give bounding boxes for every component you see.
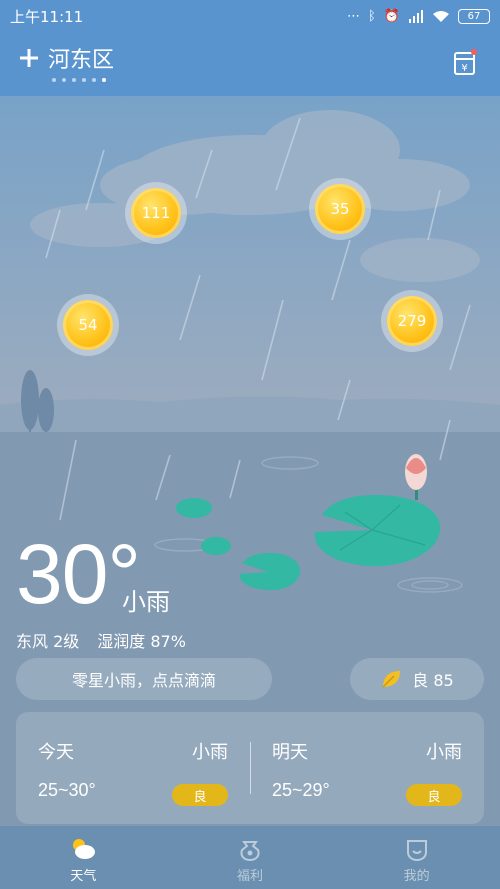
tab-label: 天气 <box>70 869 97 884</box>
weather-details: 东风 2级 湿润度 87% <box>16 628 186 652</box>
air-quality-badge: 良 <box>172 784 228 806</box>
coin-bubble[interactable]: 54 <box>57 294 119 356</box>
page-dot <box>82 78 86 82</box>
coin-bubble[interactable]: 35 <box>309 178 371 240</box>
coin-value: 279 <box>387 296 437 346</box>
more-dots-icon: ⋯ <box>347 8 360 24</box>
forecast-day: 明天 <box>272 742 308 763</box>
forecast-tomorrow[interactable]: 明天 小雨 25~29° 良 <box>250 712 484 824</box>
air-quality-badge: 良 <box>406 784 462 806</box>
status-icons: ⋯ ᛒ ⏰ 67 <box>347 8 490 24</box>
forecast-condition: 小雨 <box>426 742 462 763</box>
forecast-condition: 小雨 <box>192 742 228 763</box>
page-dot <box>92 78 96 82</box>
tab-welfare[interactable]: 福利 <box>167 826 334 889</box>
wifi-icon <box>433 10 449 22</box>
coin-bubble[interactable]: 111 <box>125 182 187 244</box>
signal-icon <box>409 9 423 23</box>
weather-icon <box>73 839 96 859</box>
coin-value: 35 <box>315 184 365 234</box>
gift-bag-icon <box>240 841 260 862</box>
weather-description: 零星小雨，点点滴滴 <box>71 671 216 690</box>
leaf-icon <box>382 671 401 688</box>
forecast-card: 今天 小雨 25~30° 良 明天 小雨 25~29° 良 <box>16 712 484 824</box>
status-bar: 上午11:11 ⋯ ᛒ ⏰ 67 <box>0 0 500 32</box>
weather-description-pill[interactable]: 零星小雨，点点滴滴 <box>16 658 272 700</box>
bluetooth-icon: ᛒ <box>368 8 376 24</box>
red-packet-icon[interactable]: ¥ <box>452 48 478 76</box>
air-quality-pill[interactable]: 良 85 <box>350 658 484 700</box>
svg-text:¥: ¥ <box>461 63 467 74</box>
coin-bubble[interactable]: 279 <box>381 290 443 352</box>
tab-profile[interactable]: 我的 <box>333 826 500 889</box>
current-condition: 小雨 <box>122 588 170 616</box>
forecast-today[interactable]: 今天 小雨 25~30° 良 <box>16 712 250 824</box>
humidity-info: 湿润度 87% <box>97 632 186 651</box>
battery-indicator: 67 <box>458 8 490 24</box>
add-city-button[interactable] <box>16 44 44 72</box>
page-dot <box>62 78 66 82</box>
page-dot-active <box>102 78 106 82</box>
page-indicator <box>52 78 106 82</box>
wind-info: 东风 2级 <box>16 632 80 651</box>
air-quality-value: 良 85 <box>412 671 454 690</box>
coin-value: 111 <box>131 188 181 238</box>
alarm-icon: ⏰ <box>383 8 400 24</box>
forecast-day: 今天 <box>38 742 74 763</box>
page-dot <box>72 78 76 82</box>
tab-label: 我的 <box>403 869 430 884</box>
profile-icon <box>406 840 427 862</box>
app-header: 河东区 ¥ <box>0 36 500 86</box>
forecast-temp-range: 25~30° <box>38 780 96 800</box>
tab-weather[interactable]: 天气 <box>0 826 167 889</box>
status-time: 上午11:11 <box>10 7 84 26</box>
location-name[interactable]: 河东区 <box>48 42 114 74</box>
tab-label: 福利 <box>237 869 264 884</box>
page-dot <box>52 78 56 82</box>
forecast-temp-range: 25~29° <box>272 780 330 800</box>
bottom-tab-bar: 天气 福利 我的 <box>0 826 500 889</box>
coin-value: 54 <box>63 300 113 350</box>
